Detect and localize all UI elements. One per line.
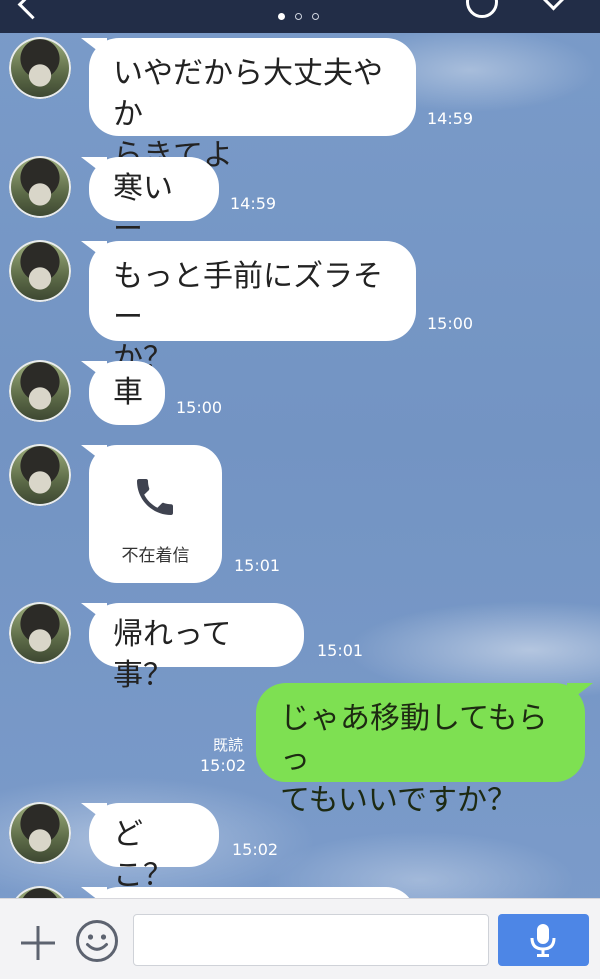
- header-bar: [0, 0, 600, 33]
- message-time: 14:59: [427, 109, 474, 128]
- message-time: 15:02: [232, 840, 279, 859]
- back-chevron-icon[interactable]: [17, 0, 48, 20]
- message-time: 15:02: [200, 756, 247, 775]
- message-time: 15:01: [317, 641, 364, 660]
- message-text: どこ？: [113, 817, 173, 893]
- message-bubble[interactable]: いやだから大丈夫やか らきてよ: [89, 38, 416, 173]
- avatar[interactable]: [9, 444, 71, 506]
- missed-call-card[interactable]: 不在着信: [89, 445, 222, 583]
- mic-button[interactable]: [498, 914, 589, 966]
- phone-icon: [137, 479, 173, 515]
- message-time: 15:01: [234, 556, 281, 575]
- message-bubble[interactable]: 車: [89, 361, 165, 425]
- avatar[interactable]: [9, 37, 71, 99]
- message-text: 寒いー: [113, 171, 173, 247]
- avatar[interactable]: [9, 602, 71, 664]
- message-bubble[interactable]: 寒いー: [89, 157, 219, 247]
- avatar[interactable]: [9, 156, 71, 218]
- page-dot: [295, 13, 302, 20]
- message-text: じゃあ移動してもらっ: [280, 701, 548, 777]
- missed-call-label: 不在着信: [121, 546, 190, 566]
- message-time: 14:59: [230, 194, 277, 213]
- message-bubble[interactable]: 帰れって事？: [89, 603, 304, 693]
- page-dot-active: [278, 13, 285, 20]
- avatar[interactable]: [9, 240, 71, 302]
- message-time: 15:00: [176, 398, 223, 417]
- composer-bar: [0, 898, 600, 979]
- message-text: いやだから大丈夫やか: [113, 56, 383, 132]
- page-dot: [312, 13, 319, 20]
- avatar[interactable]: [9, 360, 71, 422]
- message-time: 15:00: [427, 314, 474, 333]
- message-bubble[interactable]: もっと手前にズラそー か？: [89, 241, 416, 376]
- own-message-bubble[interactable]: じゃあ移動してもらっ てもいいですか？: [256, 683, 585, 818]
- smile-icon[interactable]: [75, 919, 119, 963]
- message-text: てもいいですか？: [280, 783, 517, 818]
- message-text: もっと手前にズラそー: [113, 259, 383, 335]
- message-input[interactable]: [133, 914, 489, 966]
- message-bubble[interactable]: どこ？: [89, 803, 219, 893]
- message-text: 車: [113, 375, 143, 410]
- plus-icon[interactable]: [20, 925, 56, 961]
- avatar[interactable]: [9, 802, 71, 864]
- menu-chevron-icon[interactable]: [541, 0, 566, 11]
- chat-screen: いやだから大丈夫やか らきてよ 14:59 寒いー 14:59 もっと手前にズラ…: [0, 0, 600, 979]
- page-indicator: [278, 13, 319, 20]
- message-text: 帰れって事？: [113, 617, 232, 693]
- microphone-icon: [530, 924, 556, 957]
- call-header-icon[interactable]: [466, 0, 498, 18]
- read-receipt: 既読: [213, 736, 244, 754]
